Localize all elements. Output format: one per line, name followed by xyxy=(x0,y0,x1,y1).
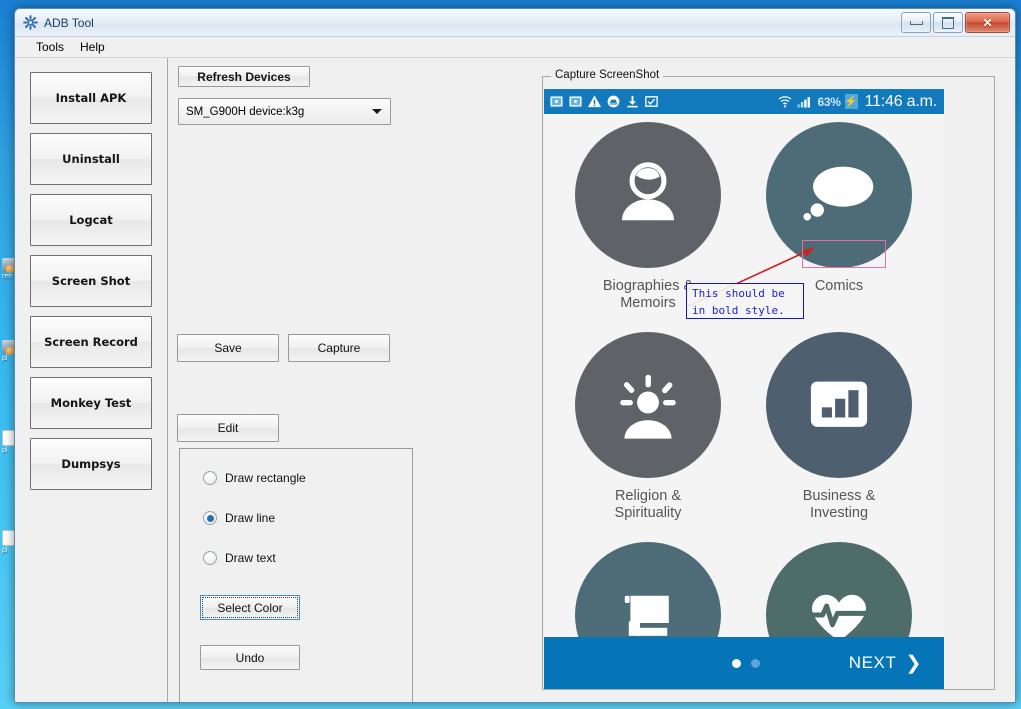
window-body: Install APK Uninstall Logcat Screen Shot… xyxy=(15,58,1015,702)
category-grid: Biographies & Memoirs Comics Religion & … xyxy=(544,114,944,688)
desktop-icon-label: ree xyxy=(2,273,13,280)
sidebar-item-install-apk[interactable]: Install APK xyxy=(30,72,152,124)
charging-bolt-icon: ⚡ xyxy=(844,94,858,109)
device-select-value: SM_G900H device:k3g xyxy=(186,105,305,118)
app-window: ADB Tool ✕ Tools Help Install APK Uninst… xyxy=(14,8,1016,703)
android-status-bar: 63% ⚡ 11:46 a.m. xyxy=(544,89,944,114)
radio-draw-text[interactable]: Draw text xyxy=(180,548,412,568)
undo-button[interactable]: Undo xyxy=(200,645,300,670)
message-icon xyxy=(549,94,564,109)
page-dots xyxy=(732,658,760,668)
window-controls: ✕ xyxy=(901,12,1010,33)
capture-button[interactable]: Capture xyxy=(288,334,390,362)
category-religion[interactable]: Religion & Spirituality xyxy=(553,332,743,522)
close-button[interactable]: ✕ xyxy=(965,12,1010,33)
annotation-highlight-box xyxy=(802,240,886,268)
menu-item-tools[interactable]: Tools xyxy=(33,39,67,55)
android-update-icon xyxy=(606,94,621,109)
radio-indicator xyxy=(203,551,217,565)
minimize-button[interactable] xyxy=(901,12,931,33)
download-icon xyxy=(625,94,640,109)
capture-screenshot-group: Capture ScreenShot 63% ⚡ 11:46 a.m. Biog… xyxy=(542,69,995,690)
chevron-down-icon xyxy=(372,109,382,114)
battery-percent: 63% xyxy=(817,94,841,109)
maximize-button[interactable] xyxy=(933,12,963,33)
phone-footer: NEXT ❯ xyxy=(544,637,944,689)
next-label: NEXT xyxy=(848,653,897,672)
radio-label: Draw rectangle xyxy=(225,471,306,485)
category-label: Business & Investing xyxy=(802,488,876,521)
warning-icon xyxy=(587,94,602,109)
group-legend: Capture ScreenShot xyxy=(551,69,664,81)
radio-indicator xyxy=(203,471,217,485)
sidebar: Install APK Uninstall Logcat Screen Shot… xyxy=(15,58,168,702)
sidebar-item-screen-shot[interactable]: Screen Shot xyxy=(30,255,152,307)
sidebar-item-uninstall[interactable]: Uninstall xyxy=(30,133,152,185)
menu-item-help[interactable]: Help xyxy=(77,39,108,55)
menu-bar: Tools Help xyxy=(15,37,1015,58)
center-panel: Refresh Devices SM_G900H device:k3g Save… xyxy=(168,58,530,702)
radio-draw-line[interactable]: Draw line xyxy=(180,508,412,528)
page-dot-active[interactable] xyxy=(732,658,741,668)
desktop-icon-label: pl xyxy=(2,547,8,554)
page-dot[interactable] xyxy=(751,658,760,668)
select-color-button[interactable]: Select Color xyxy=(200,595,300,620)
desktop-icon-label: pl xyxy=(2,355,8,362)
window-title: ADB Tool xyxy=(44,15,94,30)
minimize-icon xyxy=(909,20,923,25)
sidebar-item-dumpsys[interactable]: Dumpsys xyxy=(30,438,152,490)
chevron-right-icon: ❯ xyxy=(905,652,922,674)
radio-indicator-selected xyxy=(203,511,217,525)
edit-button[interactable]: Edit xyxy=(177,414,279,442)
device-select[interactable]: SM_G900H device:k3g xyxy=(178,98,391,125)
phone-screenshot: 63% ⚡ 11:46 a.m. Biographies & Memoirs C… xyxy=(544,89,944,689)
radio-label: Draw text xyxy=(225,551,276,565)
save-button[interactable]: Save xyxy=(177,334,279,362)
radio-label: Draw line xyxy=(225,511,276,525)
refresh-devices-button[interactable]: Refresh Devices xyxy=(178,66,310,87)
desktop-icon-label: pl xyxy=(2,447,8,454)
signal-icon xyxy=(796,94,813,109)
title-bar: ADB Tool ✕ xyxy=(15,9,1015,37)
radio-draw-rectangle[interactable]: Draw rectangle xyxy=(180,468,412,488)
status-time: 11:46 a.m. xyxy=(864,92,938,110)
annotation-note-line2: in bold style. xyxy=(692,304,785,317)
maximize-icon xyxy=(942,16,954,29)
category-circle xyxy=(766,332,912,478)
sidebar-item-monkey-test[interactable]: Monkey Test xyxy=(30,377,152,429)
draw-options-panel: Draw rectangle Draw line Draw text Selec… xyxy=(179,448,413,702)
category-circle xyxy=(575,332,721,478)
screenshot-icon xyxy=(644,94,659,109)
enlightened-person-icon xyxy=(620,374,676,439)
wifi-icon xyxy=(777,94,792,109)
category-business[interactable]: Business & Investing xyxy=(744,332,934,522)
category-label: Religion & Spirituality xyxy=(614,488,682,521)
sidebar-item-screen-record[interactable]: Screen Record xyxy=(30,316,152,368)
bar-chart-icon xyxy=(810,381,868,427)
next-button[interactable]: NEXT ❯ xyxy=(849,652,922,675)
annotation-note-line1: This should be xyxy=(692,287,785,300)
gear-icon xyxy=(23,15,38,30)
annotation-note-box: This should be in bold style. xyxy=(686,283,804,319)
sidebar-item-logcat[interactable]: Logcat xyxy=(30,194,152,246)
message-icon xyxy=(568,94,583,109)
